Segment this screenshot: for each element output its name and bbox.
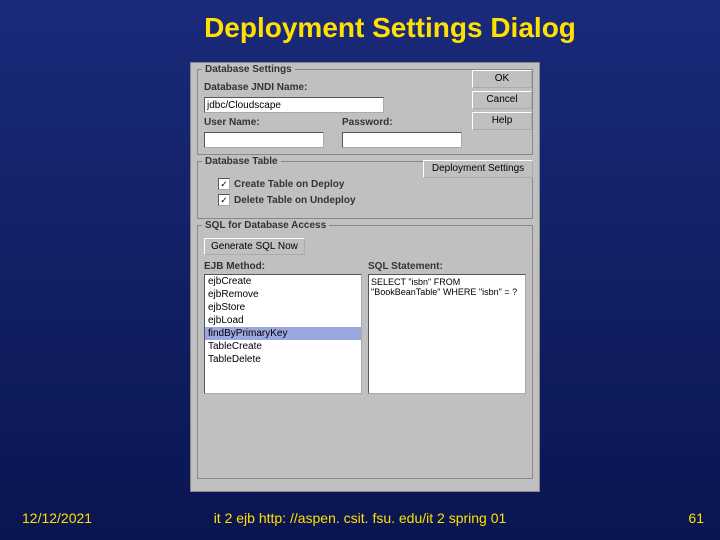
slide-title: Deployment Settings Dialog: [0, 0, 720, 44]
list-item[interactable]: ejbCreate: [205, 275, 361, 288]
deployment-settings-button[interactable]: Deployment Settings: [423, 160, 533, 178]
list-item[interactable]: findByPrimaryKey: [205, 327, 361, 340]
footer-date: 12/12/2021: [22, 510, 92, 526]
database-settings-legend: Database Settings: [202, 64, 295, 75]
list-item[interactable]: ejbRemove: [205, 288, 361, 301]
ejb-method-listbox[interactable]: ejbCreateejbRemoveejbStoreejbLoadfindByP…: [204, 274, 362, 394]
jndi-name-input[interactable]: [204, 97, 384, 113]
user-name-input[interactable]: [204, 132, 324, 148]
sql-statement-label: SQL Statement:: [368, 261, 526, 272]
database-table-legend: Database Table: [202, 156, 281, 167]
ok-button[interactable]: OK: [472, 70, 532, 88]
delete-table-label: Delete Table on Undeploy: [234, 195, 356, 206]
ejb-method-label: EJB Method:: [204, 261, 362, 272]
sql-access-group: SQL for Database Access Generate SQL Now…: [197, 225, 533, 479]
database-table-group: Database Table Deployment Settings ✓ Cre…: [197, 161, 533, 219]
cancel-button[interactable]: Cancel: [472, 91, 532, 109]
sql-access-legend: SQL for Database Access: [202, 220, 329, 231]
sql-statement-textarea[interactable]: SELECT "isbn" FROM "BookBeanTable" WHERE…: [368, 274, 526, 394]
list-item[interactable]: TableCreate: [205, 340, 361, 353]
list-item[interactable]: ejbStore: [205, 301, 361, 314]
list-item[interactable]: ejbLoad: [205, 314, 361, 327]
password-input[interactable]: [342, 132, 462, 148]
delete-table-checkbox[interactable]: ✓: [218, 194, 230, 206]
create-table-checkbox[interactable]: ✓: [218, 178, 230, 190]
help-button[interactable]: Help: [472, 112, 532, 130]
footer-url: it 2 ejb http: //aspen. csit. fsu. edu/i…: [214, 510, 507, 526]
create-table-label: Create Table on Deploy: [234, 179, 344, 190]
jndi-name-label: Database JNDI Name:: [204, 82, 307, 93]
footer-page-number: 61: [688, 510, 704, 526]
database-settings-group: Database Settings Database JNDI Name: Us…: [197, 69, 533, 155]
generate-sql-button[interactable]: Generate SQL Now: [204, 238, 305, 255]
user-name-label: User Name:: [204, 117, 274, 128]
list-item[interactable]: TableDelete: [205, 353, 361, 366]
password-label: Password:: [342, 117, 402, 128]
deployment-settings-dialog: Database Settings Database JNDI Name: Us…: [190, 62, 540, 492]
